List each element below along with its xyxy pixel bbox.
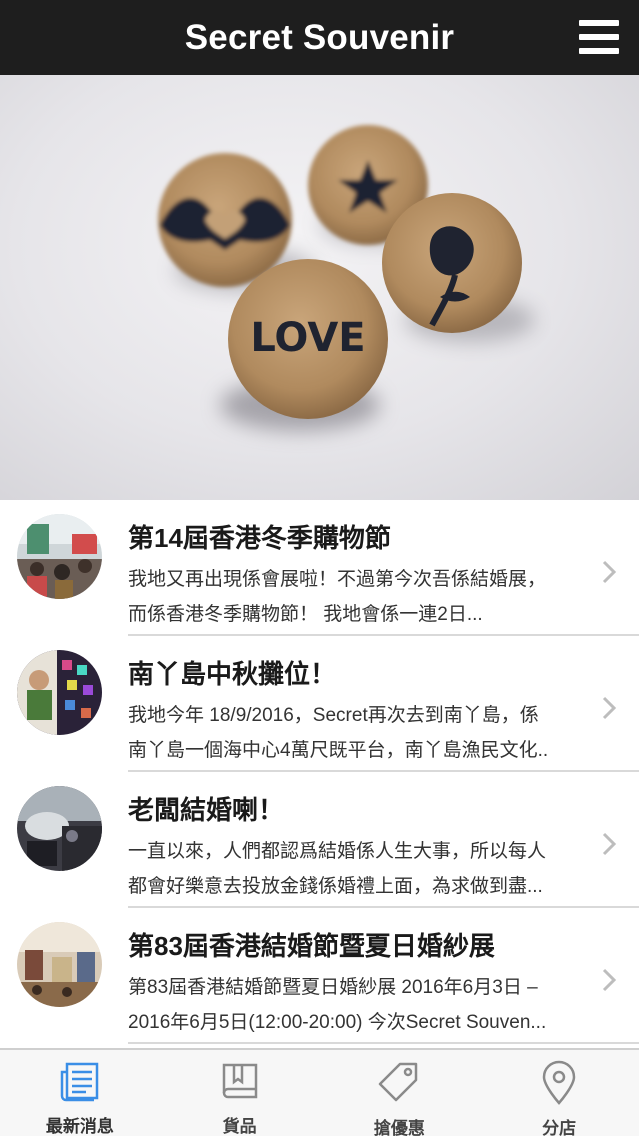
news-content: 第83屆香港結婚節暨夏日婚紗展 第83屆香港結婚節暨夏日婚紗展 2016年6月3… (128, 908, 639, 1044)
chevron-right-icon (602, 560, 617, 584)
news-list: 第14屆香港冬季購物節 我地又再出現係會展啦！不過第今次吾係結婚展， 而係香港冬… (0, 500, 639, 1048)
news-title: 老闆結婚喇！ (128, 795, 285, 825)
list-item[interactable]: 第14屆香港冬季購物節 我地又再出現係會展啦！不過第今次吾係結婚展， 而係香港冬… (0, 500, 639, 636)
chevron-right-icon (602, 832, 617, 856)
tab-products[interactable]: 貨品 (160, 1050, 320, 1136)
hero-banner-image: LOVE (0, 75, 639, 500)
newspaper-icon (60, 1062, 99, 1102)
book-icon (222, 1063, 257, 1099)
news-thumbnail (17, 514, 102, 599)
bottom-tab-bar: 最新消息 貨品 搶優惠 分店 (0, 1048, 639, 1136)
news-excerpt: 一直以來，人們都認爲結婚係人生大事，所以每人 都會好樂意去投放金錢係婚禮上面，為… (128, 841, 547, 897)
app-title: Secret Souvenir (184, 17, 455, 57)
tab-stores[interactable]: 分店 (479, 1050, 639, 1136)
news-title: 第83屆香港結婚節暨夏日婚紗展 (128, 931, 495, 961)
tab-label: 分店 (542, 1119, 577, 1136)
tab-deals[interactable]: 搶優惠 (320, 1050, 480, 1136)
list-item[interactable]: 老闆結婚喇！ 一直以來，人們都認爲結婚係人生大事，所以每人 都會好樂意去投放金錢… (0, 772, 639, 908)
news-thumbnail (17, 786, 102, 871)
news-thumbnail (17, 650, 102, 735)
tab-label: 貨品 (222, 1117, 257, 1136)
love-pin-text: LOVE (250, 315, 365, 361)
list-item[interactable]: 南丫島中秋攤位！ 我地今年 18/9/2016，Secret再次去到南丫島，係 … (0, 636, 639, 772)
tab-label: 搶優惠 (373, 1119, 425, 1136)
list-item[interactable]: 第83屆香港結婚節暨夏日婚紗展 第83屆香港結婚節暨夏日婚紗展 2016年6月3… (0, 908, 639, 1044)
chevron-right-icon (602, 696, 617, 720)
news-excerpt: 第83屆香港結婚節暨夏日婚紗展 2016年6月3日 – 2016年6月5日(12… (128, 977, 547, 1033)
price-tag-icon (379, 1062, 418, 1102)
map-pin-icon (542, 1060, 576, 1105)
news-content: 第14屆香港冬季購物節 我地又再出現係會展啦！不過第今次吾係結婚展， 而係香港冬… (128, 500, 639, 636)
chevron-right-icon (602, 968, 617, 992)
news-content: 南丫島中秋攤位！ 我地今年 18/9/2016，Secret再次去到南丫島，係 … (128, 636, 639, 772)
tab-news[interactable]: 最新消息 (0, 1050, 160, 1136)
news-thumbnail (17, 922, 102, 1007)
news-excerpt: 我地又再出現係會展啦！不過第今次吾係結婚展， 而係香港冬季購物節！ 我地會係一連… (128, 569, 547, 625)
news-content: 老闆結婚喇！ 一直以來，人們都認爲結婚係人生大事，所以每人 都會好樂意去投放金錢… (128, 772, 639, 908)
tab-label: 最新消息 (45, 1117, 114, 1136)
news-excerpt: 我地今年 18/9/2016，Secret再次去到南丫島，係 南丫島一個海中心4… (128, 705, 549, 761)
news-title: 南丫島中秋攤位！ (128, 659, 337, 689)
hamburger-menu-icon[interactable] (579, 18, 619, 56)
header-bar: Secret Souvenir (0, 0, 639, 75)
news-title: 第14屆香港冬季購物節 (128, 523, 391, 553)
